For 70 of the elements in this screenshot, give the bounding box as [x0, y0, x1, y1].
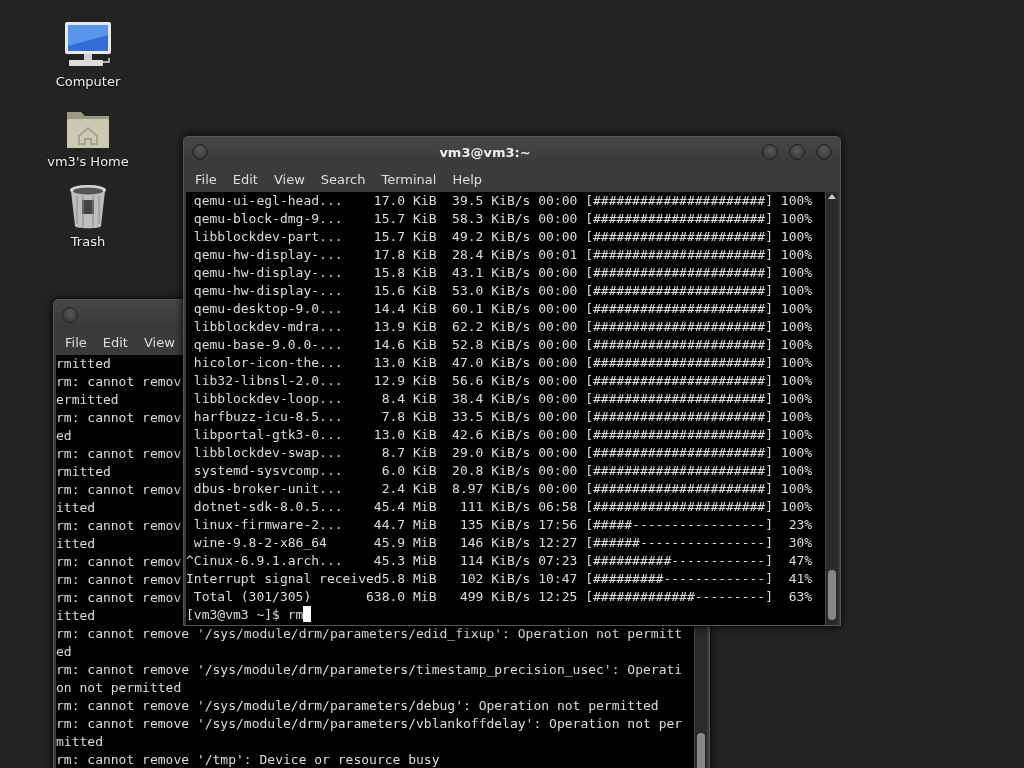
terminal-line: qemu-ui-egl-head... 17.0 KiB 39.5 KiB/s 00:00 [######################] 100% [192, 192, 813, 210]
scroll-up-icon[interactable] [828, 194, 836, 199]
terminal-line: lib32-libnsl-2.0... 12.9 KiB 56.6 KiB/s 00:00 [######################] 100% [192, 372, 813, 390]
terminal-line: wine-9.8-2-x86_64 45.9 MiB 146 KiB/s 12:27 [######----------------] 30% [192, 534, 813, 552]
trash-icon [68, 184, 108, 230]
desktop-icon-label[interactable]: Trash [70, 234, 106, 249]
terminal-line: ed [56, 643, 72, 661]
terminal-line: rm: cannot remove '/sys/module/drm/parameters/debug': Operation not permitted [56, 697, 659, 715]
menu-item[interactable]: Terminal [373, 169, 445, 190]
terminal-line: mitted [56, 733, 103, 751]
terminal-line: Interrupt signal received5.8 MiB 102 KiB/s 10:47 [#########-------------] 41% [186, 570, 813, 588]
terminal-line: libblockdev-mdra... 13.9 KiB 62.2 KiB/s 00:00 [######################] 100% [192, 318, 813, 336]
menu-item[interactable]: File [187, 169, 225, 190]
menu-item[interactable]: Search [312, 169, 374, 190]
window-menu-button[interactable] [62, 307, 78, 323]
close-button[interactable] [816, 144, 832, 160]
terminal-line: systemd-sysvcomp... 6.0 KiB 20.8 KiB/s 00:00 [######################] 100% [192, 462, 813, 480]
menu-item[interactable]: Help [444, 169, 491, 190]
terminal-line: qemu-desktop-9.0... 14.4 KiB 60.1 KiB/s 00:00 [######################] 100% [192, 300, 813, 318]
terminal-line: on not permitted [56, 679, 182, 697]
terminal-line: rm: cannot remov [56, 445, 182, 463]
terminal-line: dbus-broker-unit... 2.4 KiB 8.97 KiB/s 00:00 [######################] 100% [192, 480, 813, 498]
terminal-line: rm: cannot remov [56, 553, 182, 571]
terminal-line: rmitted [56, 463, 111, 481]
menu-item[interactable]: Edit [94, 332, 136, 353]
terminal-line: ed [56, 427, 72, 445]
terminal-line: rm: cannot remov [56, 481, 182, 499]
terminal-line: rm: cannot remov [56, 373, 182, 391]
menu-item[interactable]: View [135, 332, 183, 353]
window-title: vm3@vm3:~ [438, 144, 532, 160]
desktop-icon-label[interactable]: Computer [55, 74, 121, 89]
terminal-line: libportal-gtk3-0... 13.0 KiB 42.6 KiB/s 00:00 [######################] 100% [192, 426, 813, 444]
menu-item[interactable]: Edit [224, 169, 266, 190]
terminal-line: qemu-block-dmg-9... 15.7 KiB 58.3 KiB/s 00:00 [######################] 100% [192, 210, 813, 228]
terminal-line: dotnet-sdk-8.0.5... 45.4 MiB 111 KiB/s 06:58 [######################] 100% [192, 498, 813, 516]
terminal-line: itted [56, 499, 96, 517]
desktop-icon-label[interactable]: vm3's Home [47, 154, 129, 169]
terminal-line: rm: cannot remove '/tmp': Device or resource busy [56, 751, 440, 768]
terminal-line: itted [56, 607, 96, 625]
terminal-line: libblockdev-part... 15.7 KiB 49.2 KiB/s 00:00 [######################] 100% [192, 228, 813, 246]
menu-item[interactable]: File [57, 332, 95, 353]
scrollbar-thumb[interactable] [697, 733, 705, 768]
terminal-line: ^Cinux-6.9.1.arch... 45.3 MiB 114 KiB/s 07:23 [##########------------] 47% [186, 552, 813, 570]
terminal-line: itted [56, 535, 96, 553]
text-cursor [303, 606, 312, 622]
terminal-line: harfbuzz-icu-8.5... 7.8 KiB 33.5 KiB/s 00:00 [######################] 100% [192, 408, 813, 426]
terminal-line: qemu-hw-display-... 15.8 KiB 43.1 KiB/s 00:00 [######################] 100% [192, 264, 813, 282]
terminal-line: qemu-base-9.0.0-... 14.6 KiB 52.8 KiB/s 00:00 [######################] 100% [192, 336, 813, 354]
terminal-line: rm: cannot remove '/sys/module/drm/parameters/timestamp_precision_usec': Operati [56, 661, 683, 679]
terminal-line: qemu-hw-display-... 15.6 KiB 53.0 KiB/s 00:00 [######################] 100% [192, 282, 813, 300]
terminal-line: ermitted [56, 391, 119, 409]
terminal-line: rm: cannot remov [56, 589, 182, 607]
terminal-line: qemu-hw-display-... 17.8 KiB 28.4 KiB/s 00:01 [######################] 100% [192, 246, 813, 264]
maximize-button[interactable] [789, 144, 805, 160]
terminal-line: rm: cannot remove '/sys/module/drm/parameters/edid_fixup': Operation not permitt [56, 625, 683, 643]
minimize-button[interactable] [762, 144, 778, 160]
terminal-line: rm: cannot remove '/sys/module/drm/parameters/vblankoffdelay': Operation not per [56, 715, 683, 733]
terminal-prompt: [vm3@vm3 ~]$ rm [186, 607, 304, 622]
terminal-line: linux-firmware-2... 44.7 MiB 135 KiB/s 17:56 [#####-----------------] 23% [192, 516, 813, 534]
terminal-line: rm: cannot remov [56, 409, 182, 427]
window-menu-button[interactable] [192, 144, 208, 160]
terminal-line: rm: cannot remov [56, 571, 182, 589]
terminal-line: hicolor-icon-the... 13.0 KiB 47.0 KiB/s 00:00 [######################] 100% [192, 354, 813, 372]
terminal-line: libblockdev-swap... 8.7 KiB 29.0 KiB/s 00:00 [######################] 100% [192, 444, 813, 462]
terminal-line: libblockdev-loop... 8.4 KiB 38.4 KiB/s 00:00 [######################] 100% [192, 390, 813, 408]
scrollbar-thumb[interactable] [828, 570, 836, 620]
terminal-line: rmitted [56, 355, 111, 373]
terminal-line: rm: cannot remov [56, 517, 182, 535]
terminal-line: Total (301/305) 638.0 MiB 499 KiB/s 12:25 [#############---------] 63% [192, 588, 813, 606]
menu-item[interactable]: View [265, 169, 313, 190]
